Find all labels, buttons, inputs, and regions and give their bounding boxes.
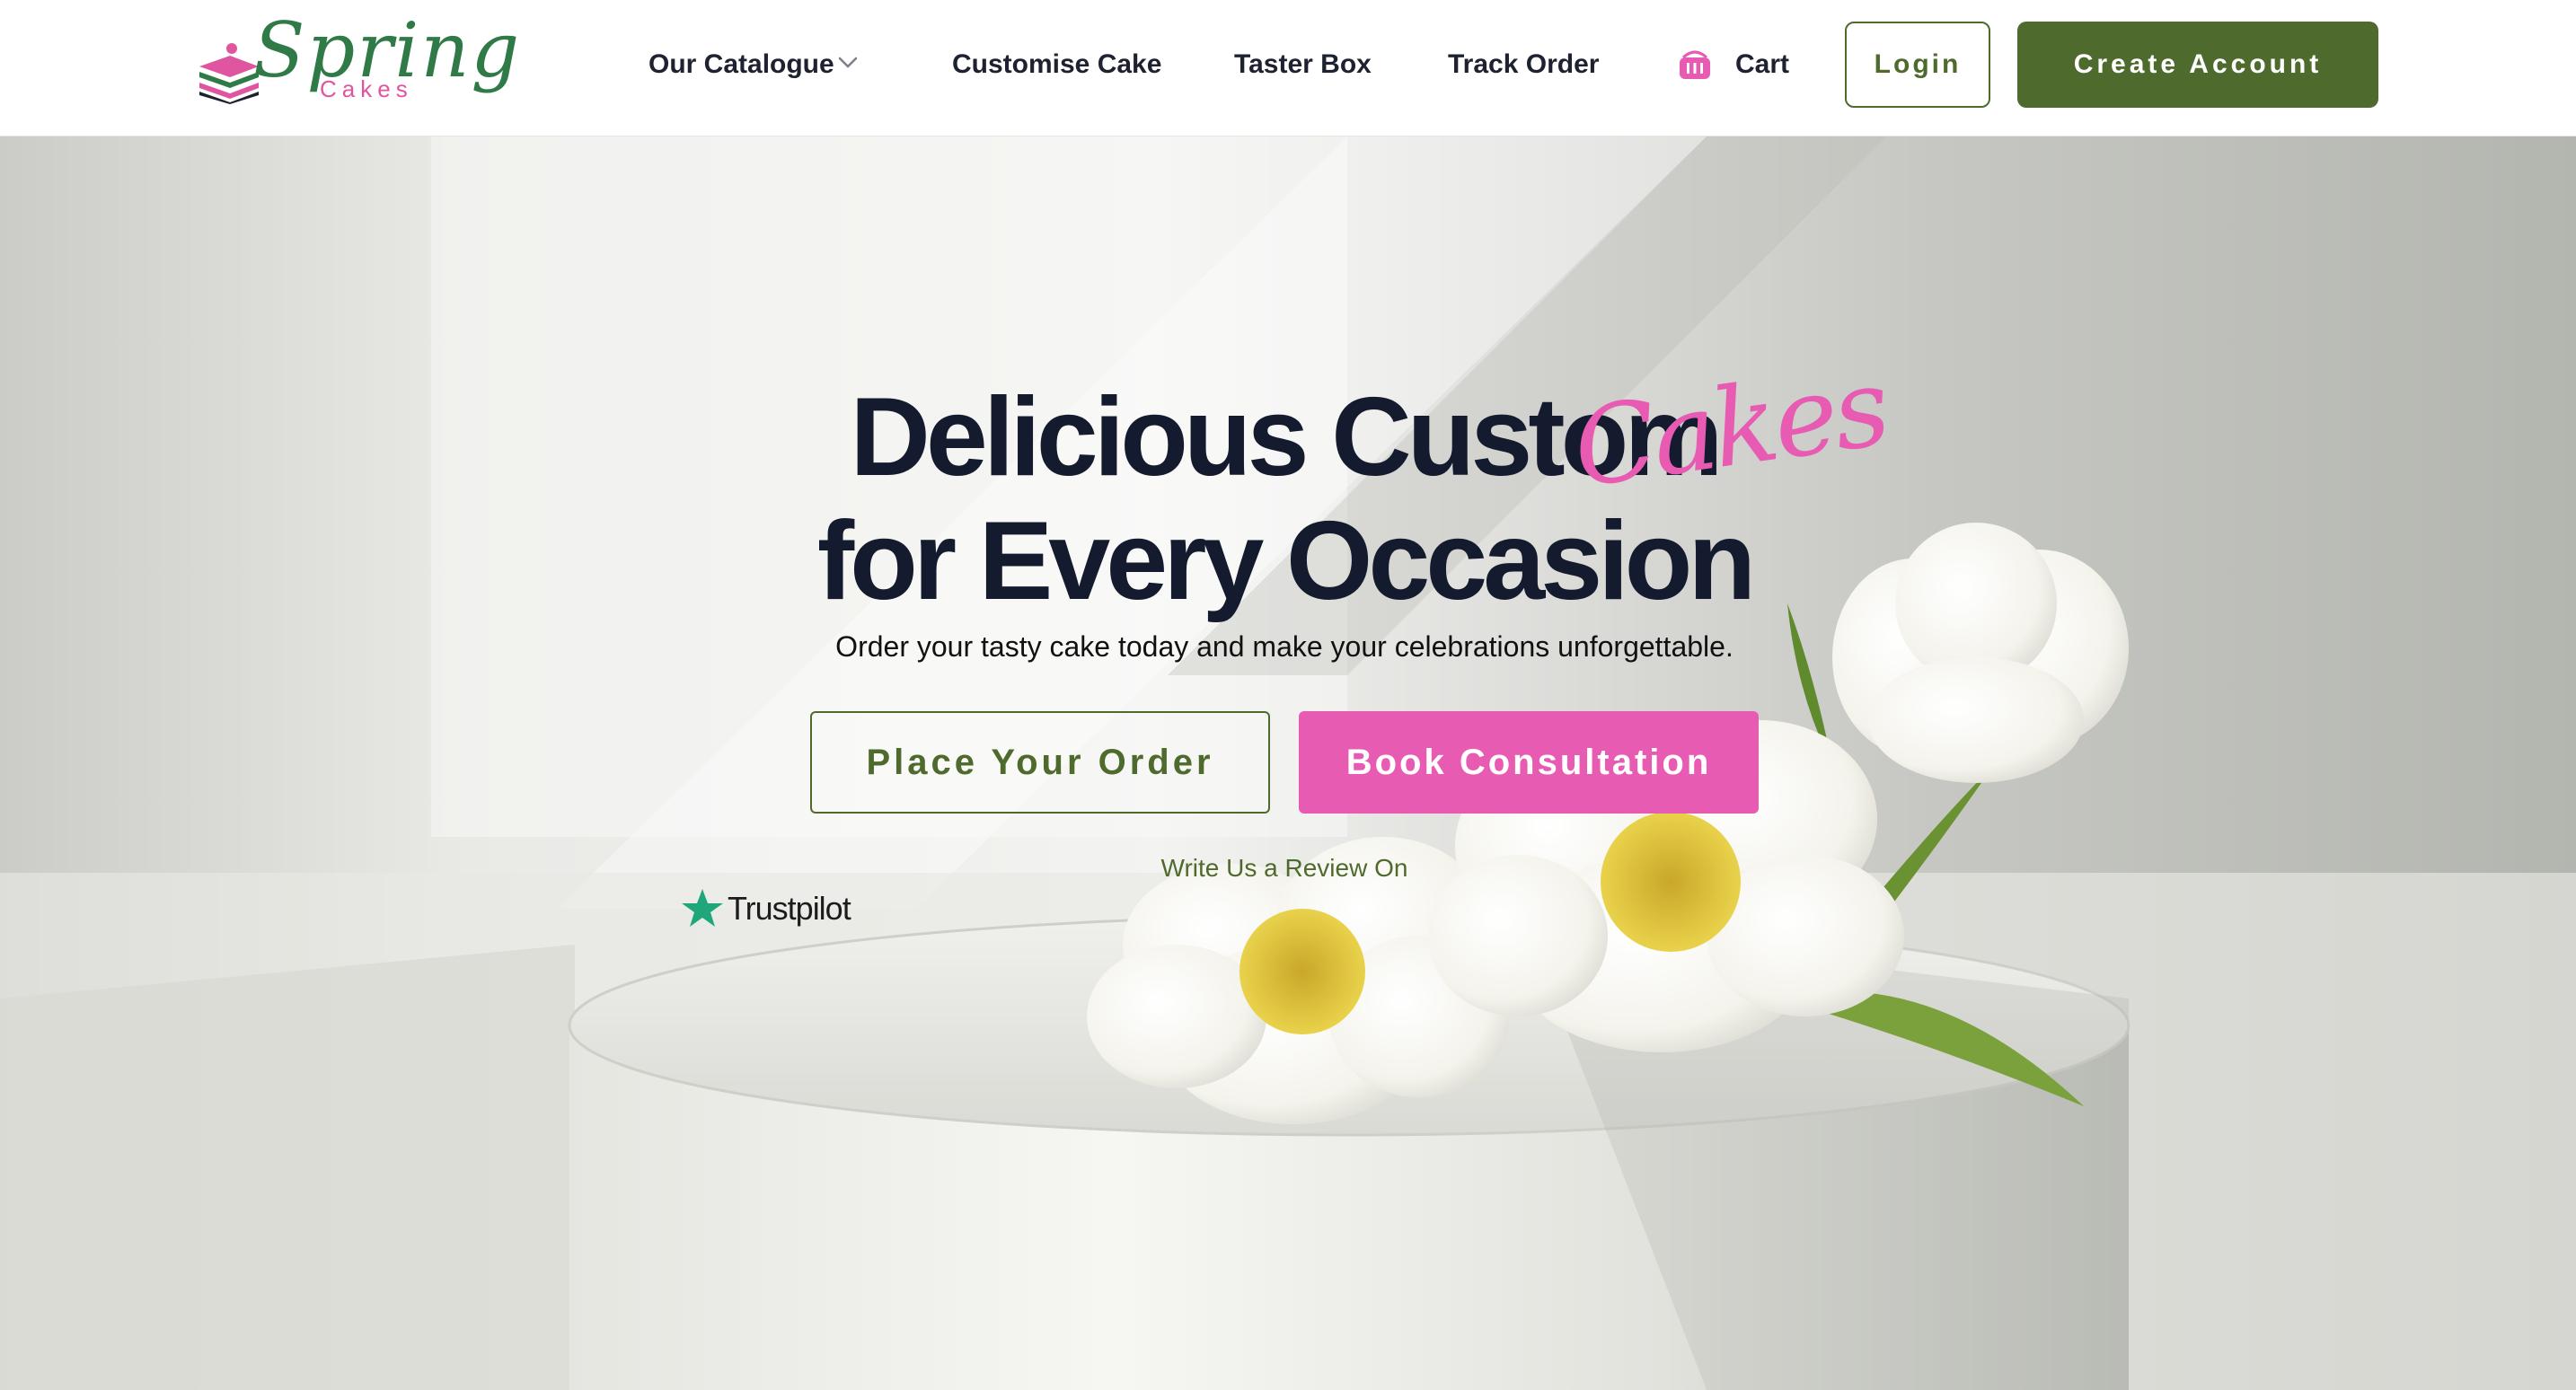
place-your-order-button[interactable]: Place Your Order — [810, 711, 1270, 814]
brand-logo[interactable]: Spring Cakes — [196, 13, 519, 113]
book-consultation-button[interactable]: Book Consultation — [1299, 711, 1759, 814]
hero-title-line-2: for Every Occasion — [816, 499, 1756, 623]
hero-section: Delicious Custom for Every Occasion Cake… — [0, 136, 2576, 1390]
trustpilot-link[interactable]: Trustpilot — [681, 887, 869, 930]
nav-track-order[interactable]: Track Order — [1448, 47, 1599, 83]
hero-subtitle: Order your tasty cake today and make you… — [835, 630, 1734, 663]
cake-slice-logo-icon — [199, 43, 259, 104]
create-account-button[interactable]: Create Account — [2017, 22, 2378, 108]
nav-taster-box[interactable]: Taster Box — [1234, 47, 1372, 83]
nav-cart[interactable]: Cart — [1735, 47, 1789, 83]
site-header: Spring Cakes Our Catalogue Customise Cak… — [0, 0, 2576, 136]
nav-our-catalogue[interactable]: Our Catalogue — [648, 47, 834, 83]
star-icon — [682, 889, 723, 927]
trustpilot-label: Trustpilot — [728, 890, 851, 927]
chevron-down-icon[interactable] — [837, 56, 859, 70]
basket-icon[interactable] — [1676, 45, 1714, 83]
login-button[interactable]: Login — [1845, 22, 1990, 108]
write-review-link[interactable]: Write Us a Review On — [1078, 853, 1491, 884]
hero-cake-image — [0, 136, 2576, 1390]
nav-customise-cake[interactable]: Customise Cake — [952, 47, 1161, 83]
logo-wordmark-cakes: Cakes — [320, 75, 413, 102]
